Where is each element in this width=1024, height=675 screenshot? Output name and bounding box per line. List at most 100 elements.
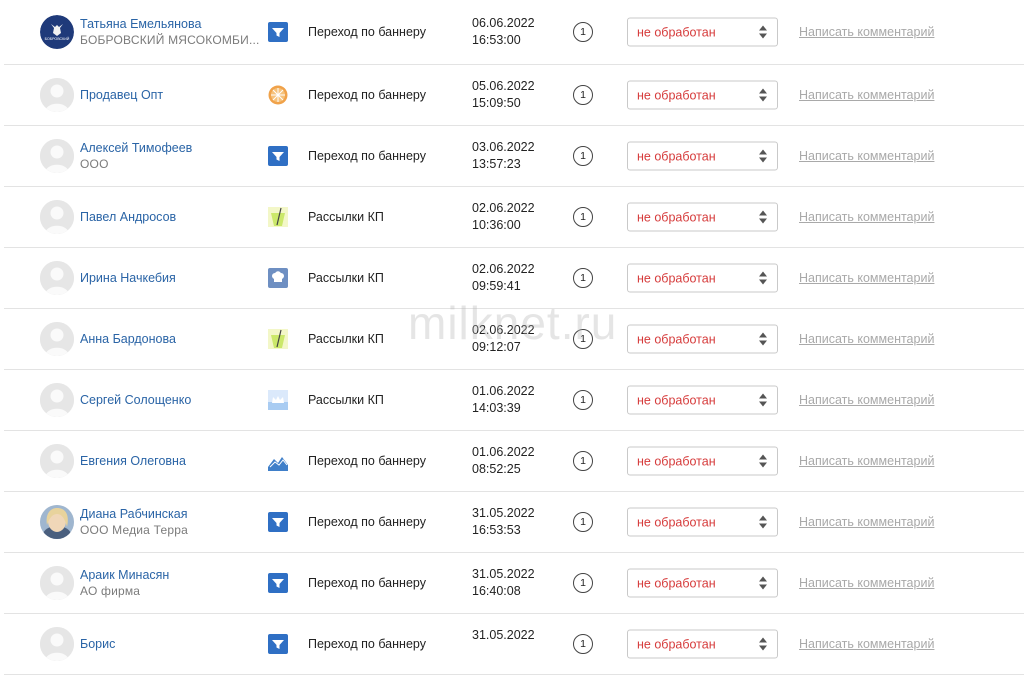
time-text: 15:09:50 — [472, 96, 521, 110]
request-count-badge: 1 — [573, 451, 593, 471]
avatar[interactable] — [40, 139, 74, 173]
write-comment-link[interactable]: Написать комментарий — [799, 393, 934, 407]
status-select[interactable]: не обработан — [627, 141, 778, 171]
person-info: Татьяна Емельянова БОБРОВСКИЙ МЯСОКОМБИ..… — [80, 16, 260, 48]
mountains-icon — [268, 451, 288, 471]
status-select[interactable]: не обработан — [627, 324, 778, 354]
write-comment-link[interactable]: Написать комментарий — [799, 332, 934, 346]
select-arrows-icon — [759, 515, 767, 534]
select-arrows-icon — [759, 576, 767, 595]
datetime: 01.06.2022 08:52:25 — [472, 444, 535, 478]
person-info: Борис — [80, 636, 260, 652]
request-count-badge: 1 — [573, 634, 593, 654]
avatar[interactable] — [40, 566, 74, 600]
select-arrows-icon — [759, 393, 767, 412]
funnel-icon — [268, 512, 288, 532]
time-text: 10:36:00 — [472, 218, 521, 232]
request-count-badge: 1 — [573, 512, 593, 532]
avatar[interactable] — [40, 627, 74, 661]
status-select[interactable]: не обработан — [627, 80, 778, 110]
date-text: 31.05.2022 — [472, 567, 535, 581]
request-count-badge: 1 — [573, 573, 593, 593]
select-arrows-icon — [759, 271, 767, 290]
request-count-badge: 1 — [573, 207, 593, 227]
person-info: Евгения Олеговна — [80, 453, 260, 469]
write-comment-link[interactable]: Написать комментарий — [799, 88, 934, 102]
time-text: 16:53:53 — [472, 523, 521, 537]
status-select[interactable]: не обработан — [627, 17, 778, 47]
status-select[interactable]: не обработан — [627, 446, 778, 476]
avatar[interactable]: БОБРОВСКИЙ — [40, 15, 74, 49]
lead-row: Павел Андросов Рассылки КП 02.06.2022 10:36… — [4, 187, 1024, 248]
status-select[interactable]: не обработан — [627, 263, 778, 293]
avatar[interactable] — [40, 78, 74, 112]
status-select[interactable]: не обработан — [627, 568, 778, 598]
status-value: не обработан — [637, 393, 716, 408]
funnel-icon — [268, 634, 288, 654]
datetime: 01.06.2022 14:03:39 — [472, 383, 535, 417]
person-name-link[interactable]: Алексей Тимофеев — [80, 140, 260, 156]
datetime: 02.06.2022 10:36:00 — [472, 200, 535, 234]
write-comment-link[interactable]: Написать комментарий — [799, 271, 934, 285]
person-info: Диана Рабчинская ООО Медиа Терра — [80, 506, 260, 538]
write-comment-link[interactable]: Написать комментарий — [799, 25, 934, 39]
avatar[interactable] — [40, 322, 74, 356]
person-name-link[interactable]: Диана Рабчинская — [80, 506, 260, 522]
select-arrows-icon — [759, 25, 767, 44]
date-text: 05.06.2022 — [472, 79, 535, 93]
status-select[interactable]: не обработан — [627, 629, 778, 659]
time-text: 09:12:07 — [472, 340, 521, 354]
avatar[interactable] — [40, 444, 74, 478]
avatar[interactable] — [40, 383, 74, 417]
source-label: Переход по баннеру — [308, 637, 426, 651]
person-name-link[interactable]: Борис — [80, 636, 260, 652]
lead-row: Анна Бардонова Рассылки КП 02.06.2022 09:12… — [4, 309, 1024, 370]
avatar[interactable] — [40, 505, 74, 539]
request-count-badge: 1 — [573, 268, 593, 288]
status-value: не обработан — [637, 271, 716, 286]
person-info: Павел Андросов — [80, 209, 260, 225]
lead-row: Продавец Опт Переход по баннеру 05.06.2022… — [4, 65, 1024, 126]
source-label: Переход по баннеру — [308, 454, 426, 468]
person-name-link[interactable]: Ирина Начкебия — [80, 270, 260, 286]
write-comment-link[interactable]: Написать комментарий — [799, 454, 934, 468]
person-name-link[interactable]: Продавец Опт — [80, 87, 260, 103]
write-comment-link[interactable]: Написать комментарий — [799, 210, 934, 224]
date-text: 02.06.2022 — [472, 262, 535, 276]
lead-row: Борис Переход по баннеру 31.05.2022 1 не об… — [4, 614, 1024, 675]
leads-list: БОБРОВСКИЙ Татьяна Емельянова БОБРОВСКИЙ М… — [4, 0, 1024, 675]
avatar[interactable] — [40, 200, 74, 234]
person-name-link[interactable]: Татьяна Емельянова — [80, 16, 260, 32]
datetime: 31.05.2022 16:40:08 — [472, 566, 535, 600]
select-arrows-icon — [759, 210, 767, 229]
company-name: ООО — [80, 157, 109, 171]
source-label: Рассылки КП — [308, 332, 384, 346]
avatar[interactable] — [40, 261, 74, 295]
person-name-link[interactable]: Сергей Солощенко — [80, 392, 260, 408]
person-name-link[interactable]: Анна Бардонова — [80, 331, 260, 347]
write-comment-link[interactable]: Написать комментарий — [799, 576, 934, 590]
source-label: Переход по баннеру — [308, 149, 426, 163]
person-info: Сергей Солощенко — [80, 392, 260, 408]
lead-row: Араик Минасян АО фирма Переход по баннеру 3… — [4, 553, 1024, 614]
write-comment-link[interactable]: Написать комментарий — [799, 149, 934, 163]
status-select[interactable]: не обработан — [627, 202, 778, 232]
write-comment-link[interactable]: Написать комментарий — [799, 515, 934, 529]
status-select[interactable]: не обработан — [627, 507, 778, 537]
person-name-link[interactable]: Евгения Олеговна — [80, 453, 260, 469]
person-name-link[interactable]: Араик Минасян — [80, 567, 260, 583]
datetime: 06.06.2022 16:53:00 — [472, 15, 535, 49]
person-name-link[interactable]: Павел Андросов — [80, 209, 260, 225]
lead-row: БОБРОВСКИЙ Татьяна Емельянова БОБРОВСКИЙ М… — [4, 0, 1024, 65]
status-value: не обработан — [637, 515, 716, 530]
status-select[interactable]: не обработан — [627, 385, 778, 415]
request-count-badge: 1 — [573, 146, 593, 166]
status-value: не обработан — [637, 88, 716, 103]
datetime: 03.06.2022 13:57:23 — [472, 139, 535, 173]
status-value: не обработан — [637, 210, 716, 225]
datetime: 31.05.2022 16:53:53 — [472, 505, 535, 539]
person-info: Алексей Тимофеев ООО — [80, 140, 260, 172]
write-comment-link[interactable]: Написать комментарий — [799, 637, 934, 651]
person-info: Ирина Начкебия — [80, 270, 260, 286]
orange-slice-icon — [268, 85, 288, 105]
